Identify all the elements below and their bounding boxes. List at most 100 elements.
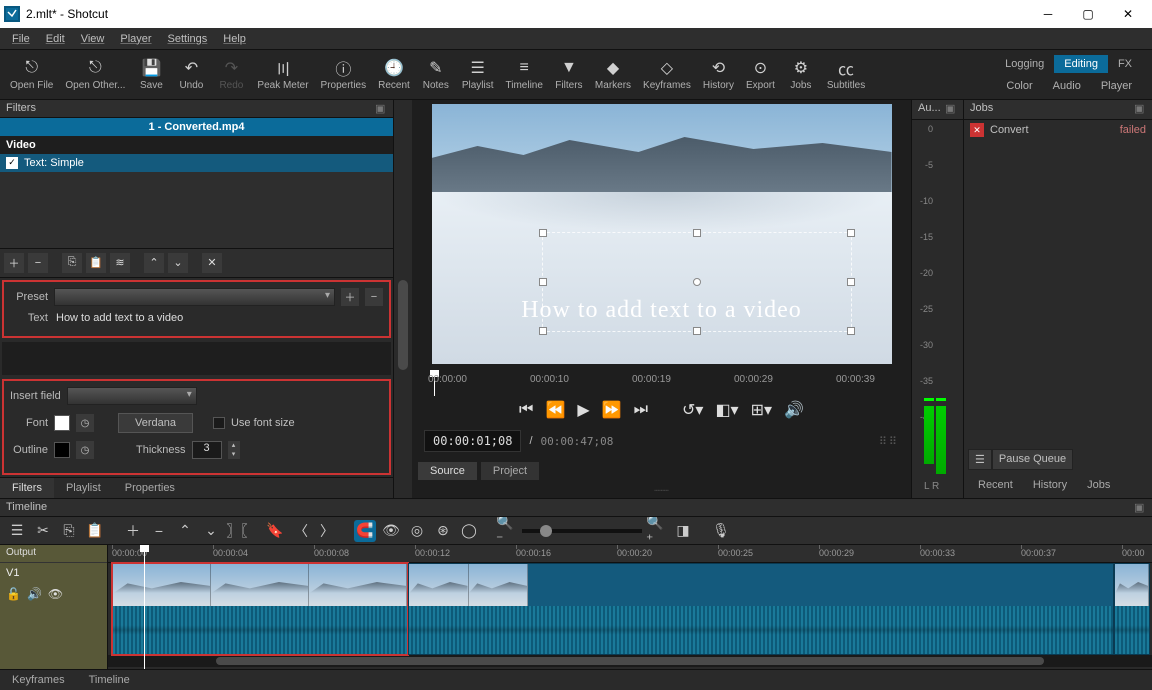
timeline-scrollbar[interactable] (108, 655, 1152, 667)
timeline-clip-3[interactable]: 1 - Co (1114, 563, 1150, 655)
tl-ripple-button[interactable]: ◎ (406, 520, 428, 542)
text-value[interactable]: How to add text to a video (54, 312, 183, 324)
menu-file[interactable]: File (4, 31, 38, 47)
menu-edit[interactable]: Edit (38, 31, 73, 47)
tab-keyframes[interactable]: Keyframes (0, 670, 77, 690)
toolbar-playlist-button[interactable]: ☰Playlist (456, 55, 500, 94)
tl-prev-marker-button[interactable]: 〈 (290, 520, 312, 542)
tl-scrub-button[interactable]: 👁 (380, 520, 402, 542)
track-hide-icon[interactable]: 👁 (48, 587, 63, 601)
tc-menu-icon[interactable]: ⠿⠿ (879, 435, 899, 448)
outline-keyframe-button[interactable]: ◷ (76, 441, 94, 459)
disable-filter-button[interactable]: ✕ (202, 253, 222, 273)
tl-cut-button[interactable]: ✂ (32, 520, 54, 542)
toolbar-open-file-button[interactable]: ⎋Open File (4, 55, 59, 94)
tl-ripple-markers-button[interactable]: ◯ (458, 520, 480, 542)
toolbar-redo-button[interactable]: ↷Redo (211, 55, 251, 94)
zoom-button[interactable]: ◧▾ (715, 400, 738, 420)
jobs-panel-close-icon[interactable]: ▣ (1134, 102, 1148, 116)
track-header-v1[interactable]: V1 🔓 🔊 👁 (0, 563, 107, 655)
menu-help[interactable]: Help (215, 31, 254, 47)
current-time-display[interactable]: 00:00:01;08 (424, 430, 521, 452)
toolbar-properties-button[interactable]: ⓘProperties (315, 55, 373, 94)
track-lock-icon[interactable]: 🔓 (6, 587, 21, 601)
toolbar-jobs-button[interactable]: ⚙Jobs (781, 55, 821, 94)
filter-item-text-simple[interactable]: ✓Text: Simple (0, 154, 393, 172)
tab-properties[interactable]: Properties (113, 478, 187, 498)
track-mute-icon[interactable]: 🔊 (27, 587, 42, 601)
tab-playlist[interactable]: Playlist (54, 478, 113, 498)
tab-source[interactable]: Source (418, 462, 477, 480)
tl-ripple-all-button[interactable]: ⊛ (432, 520, 454, 542)
play-button[interactable]: ▶ (577, 400, 589, 420)
thickness-up-button[interactable]: ▴ (228, 441, 240, 450)
preset-combo[interactable] (54, 288, 335, 306)
tl-snap-button[interactable]: 🧲 (354, 520, 376, 542)
add-filter-button[interactable]: ＋ (4, 253, 24, 273)
audio-panel-close-icon[interactable]: ▣ (945, 102, 959, 116)
toolbar-history-button[interactable]: ⟲History (697, 55, 740, 94)
pause-queue-button[interactable]: Pause Queue (992, 449, 1073, 470)
timeline-close-icon[interactable]: ▣ (1134, 501, 1148, 515)
tl-split-button[interactable]: 〗〖 (226, 520, 248, 542)
tl-marker-button[interactable]: 🔖 (264, 520, 286, 542)
toolbar-peak-meter-button[interactable]: 〣Peak Meter (251, 55, 314, 94)
tl-zoom-fit-button[interactable]: ◨ (672, 520, 694, 542)
tl-next-marker-button[interactable]: 〉 (316, 520, 338, 542)
font-keyframe-button[interactable]: ◷ (76, 414, 94, 432)
close-button[interactable]: ✕ (1108, 0, 1148, 28)
timeline-tracks[interactable]: 00:00:0000:00:0400:00:0800:00:1200:00:16… (108, 545, 1152, 669)
move-up-button[interactable]: ⌃ (144, 253, 164, 273)
layout-tab-fx[interactable]: FX (1108, 55, 1142, 73)
paste-filter-button[interactable]: 📋 (86, 253, 106, 273)
menu-view[interactable]: View (73, 31, 113, 47)
timeline-output-label[interactable]: Output (0, 545, 107, 563)
tab-recent[interactable]: Recent (968, 476, 1023, 494)
thickness-down-button[interactable]: ▾ (228, 450, 240, 459)
jobs-menu-button[interactable]: ☰ (968, 449, 992, 470)
tl-copy-button[interactable]: ⎘ (58, 520, 80, 542)
tl-append-button[interactable]: ＋ (122, 520, 144, 542)
toolbar-subtitles-button[interactable]: ㏄Subtitles (821, 55, 871, 94)
menu-player[interactable]: Player (112, 31, 159, 47)
rewind-button[interactable]: ⏪ (545, 400, 565, 420)
minimize-button[interactable]: ─ (1028, 0, 1068, 28)
tl-zoom-in-button[interactable]: 🔍⁺ (646, 520, 668, 542)
timeline-clip-2[interactable]: 1 - Converted.mp4 (408, 563, 1114, 655)
toolbar-save-button[interactable]: 💾Save (131, 55, 171, 94)
toolbar-keyframes-button[interactable]: ◇Keyframes (637, 55, 697, 94)
volume-button[interactable]: 🔊 (784, 400, 804, 420)
tl-paste-button[interactable]: 📋 (84, 520, 106, 542)
tl-overwrite-button[interactable]: ⌄ (200, 520, 222, 542)
filter-scrollbar[interactable] (394, 100, 412, 498)
tab-project[interactable]: Project (481, 462, 539, 480)
layout-tab-editing[interactable]: Editing (1054, 55, 1108, 73)
toolbar-timeline-button[interactable]: ≡Timeline (500, 55, 549, 94)
toolbar-notes-button[interactable]: ✎Notes (416, 55, 456, 94)
remove-filter-button[interactable]: − (28, 253, 48, 273)
timeline-clip-1[interactable]: 1 - Converted.mp4 (112, 563, 408, 655)
tab-filters[interactable]: Filters (0, 478, 54, 498)
tab-history[interactable]: History (1023, 476, 1077, 494)
layout-tab-color[interactable]: Color (996, 77, 1042, 95)
tab-timeline[interactable]: Timeline (77, 670, 142, 690)
tl-record-button[interactable]: 🎙 (710, 520, 732, 542)
preview-time-ruler[interactable]: 00:00:00 00:00:10 00:00:19 00:00:29 00:0… (418, 372, 905, 396)
toolbar-undo-button[interactable]: ↶Undo (171, 55, 211, 94)
preset-add-button[interactable]: ＋ (341, 288, 359, 306)
grid-button[interactable]: ⊞▾ (751, 400, 772, 420)
toolbar-markers-button[interactable]: ◆Markers (589, 55, 637, 94)
tl-menu-button[interactable]: ☰ (6, 520, 28, 542)
skip-next-button[interactable]: ⏭ (634, 401, 648, 419)
preset-remove-button[interactable]: − (365, 288, 383, 306)
maximize-button[interactable]: ▢ (1068, 0, 1108, 28)
move-down-button[interactable]: ⌄ (168, 253, 188, 273)
tl-lift-button[interactable]: ⌃ (174, 520, 196, 542)
copy-filter-button[interactable]: ⎘ (62, 253, 82, 273)
tl-zoom-out-button[interactable]: 🔍⁻ (496, 520, 518, 542)
tl-remove-button[interactable]: − (148, 520, 170, 542)
video-preview[interactable]: How to add text to a video (432, 104, 892, 364)
font-button[interactable]: Verdana (118, 413, 193, 433)
forward-button[interactable]: ⏩ (602, 400, 622, 420)
layout-tab-player[interactable]: Player (1091, 77, 1142, 95)
